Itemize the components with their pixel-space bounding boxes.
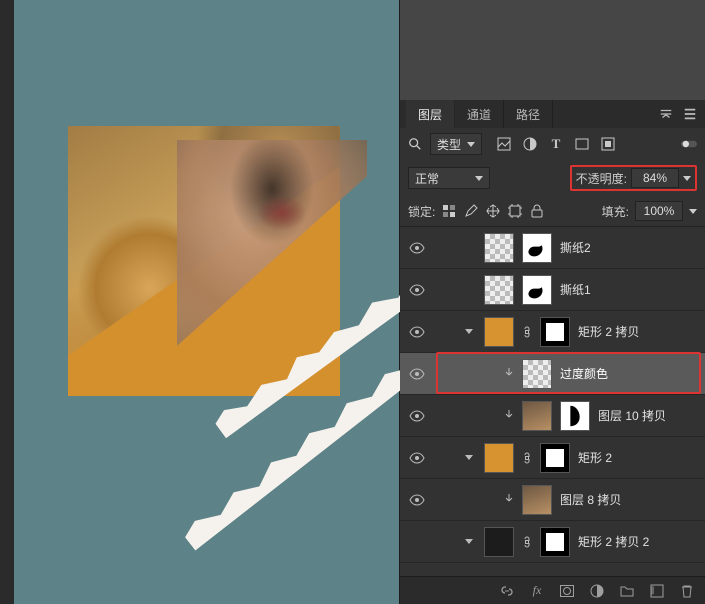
layer-fx-icon[interactable]: fx (529, 583, 545, 599)
layer-name[interactable]: 矩形 2 拷贝 2 (578, 533, 649, 550)
filter-type-select[interactable]: 类型 (430, 133, 482, 155)
link-mask-icon[interactable] (522, 451, 532, 465)
filter-pixel-icon[interactable] (496, 136, 512, 152)
layer-thumb[interactable] (522, 485, 552, 515)
filter-type-t-icon[interactable]: T (548, 136, 564, 152)
chevron-down-icon (467, 142, 475, 147)
layer-thumb[interactable] (522, 359, 552, 389)
visibility-toggle[interactable] (406, 450, 428, 466)
new-layer-icon[interactable] (649, 583, 665, 599)
lock-brush-icon[interactable] (463, 203, 479, 219)
clipping-indicator-icon (504, 410, 514, 422)
panel-top-space (400, 0, 705, 100)
opacity-highlight: 不透明度: 84% (570, 165, 697, 191)
link-mask-icon[interactable] (522, 535, 532, 549)
layer-row[interactable]: 图层 10 拷贝 (400, 395, 705, 437)
chevron-down-icon[interactable] (683, 176, 691, 181)
filter-adjust-icon[interactable] (522, 136, 538, 152)
layer-row[interactable]: 撕纸2 (400, 227, 705, 269)
filter-shape-icon[interactable] (574, 136, 590, 152)
layers-list[interactable]: 撕纸2 撕纸1 矩形 2 拷贝过度颜色图层 10 拷贝矩形 2 图层 8 拷贝矩形 2… (400, 227, 705, 576)
filter-type-label: 类型 (437, 136, 461, 153)
layers-footer: fx (400, 576, 705, 604)
filter-toggle-switch[interactable] (681, 136, 697, 152)
lock-row: 锁定: 填充: 100% (400, 196, 705, 227)
clipping-indicator-icon (504, 368, 514, 380)
lock-label: 锁定: (408, 203, 435, 220)
add-mask-icon[interactable] (559, 583, 575, 599)
visibility-toggle[interactable] (406, 492, 428, 508)
chevron-down-icon[interactable] (689, 209, 697, 214)
new-group-icon[interactable] (619, 583, 635, 599)
blend-mode-select[interactable]: 正常 (408, 167, 490, 189)
expand-toggle[interactable] (464, 453, 476, 463)
opacity-input[interactable]: 84% (631, 168, 679, 188)
tab-layers[interactable]: 图层 (406, 100, 455, 129)
blend-row: 正常 不透明度: 84% (400, 160, 705, 196)
vertical-ruler (0, 0, 14, 604)
layers-panel: 图层 通道 路径 类型 T (399, 0, 705, 604)
layer-mask-thumb[interactable] (522, 275, 552, 305)
artwork (68, 126, 340, 396)
filter-smart-icon[interactable] (600, 136, 616, 152)
panel-collapse-icon[interactable] (659, 107, 673, 121)
layer-mask-thumb[interactable] (560, 401, 590, 431)
lock-artboard-icon[interactable] (507, 203, 523, 219)
tab-paths[interactable]: 路径 (504, 100, 553, 129)
delete-layer-icon[interactable] (679, 583, 695, 599)
lock-all-icon[interactable] (529, 203, 545, 219)
visibility-toggle[interactable] (406, 282, 428, 298)
visibility-toggle[interactable] (406, 324, 428, 340)
lock-position-icon[interactable] (485, 203, 501, 219)
layer-mask-thumb[interactable] (540, 443, 570, 473)
layer-row[interactable]: 图层 8 拷贝 (400, 479, 705, 521)
opacity-label: 不透明度: (576, 170, 627, 187)
layer-thumb[interactable] (484, 233, 514, 263)
visibility-toggle[interactable] (406, 408, 428, 424)
layer-name[interactable]: 撕纸2 (560, 239, 591, 256)
expand-toggle[interactable] (464, 537, 476, 547)
blend-mode-label: 正常 (415, 170, 439, 187)
panel-menu-icon[interactable] (683, 107, 697, 121)
layer-name[interactable]: 过度颜色 (560, 365, 608, 382)
canvas[interactable] (0, 0, 399, 604)
layer-name[interactable]: 图层 8 拷贝 (560, 491, 621, 508)
layer-thumb[interactable] (484, 527, 514, 557)
layer-row[interactable]: 矩形 2 (400, 437, 705, 479)
layer-row[interactable]: 撕纸1 (400, 269, 705, 311)
layer-name[interactable]: 矩形 2 (578, 449, 612, 466)
layer-mask-thumb[interactable] (522, 233, 552, 263)
layer-filter-row: 类型 T (400, 128, 705, 160)
visibility-toggle[interactable] (406, 366, 428, 382)
visibility-toggle[interactable] (406, 240, 428, 256)
chevron-down-icon (475, 176, 483, 181)
layer-thumb[interactable] (484, 443, 514, 473)
new-adjustment-icon[interactable] (589, 583, 605, 599)
expand-toggle[interactable] (464, 327, 476, 337)
layer-name[interactable]: 图层 10 拷贝 (598, 407, 666, 424)
layer-name[interactable]: 撕纸1 (560, 281, 591, 298)
clipping-indicator-icon (504, 494, 514, 506)
layer-thumb[interactable] (484, 275, 514, 305)
link-mask-icon[interactable] (522, 325, 532, 339)
panel-tabs: 图层 通道 路径 (400, 100, 705, 128)
fill-label: 填充: (602, 203, 629, 220)
lock-transparent-icon[interactable] (441, 203, 457, 219)
layer-mask-thumb[interactable] (540, 317, 570, 347)
layer-row[interactable]: 矩形 2 拷贝 2 (400, 521, 705, 563)
tab-channels[interactable]: 通道 (455, 100, 504, 129)
layer-thumb[interactable] (522, 401, 552, 431)
link-layers-icon[interactable] (499, 583, 515, 599)
layer-thumb[interactable] (484, 317, 514, 347)
fill-input[interactable]: 100% (635, 201, 683, 221)
layer-row[interactable]: 过度颜色 (400, 353, 705, 395)
layer-mask-thumb[interactable] (540, 527, 570, 557)
search-icon (408, 137, 422, 151)
layer-row[interactable]: 矩形 2 拷贝 (400, 311, 705, 353)
layer-name[interactable]: 矩形 2 拷贝 (578, 323, 639, 340)
